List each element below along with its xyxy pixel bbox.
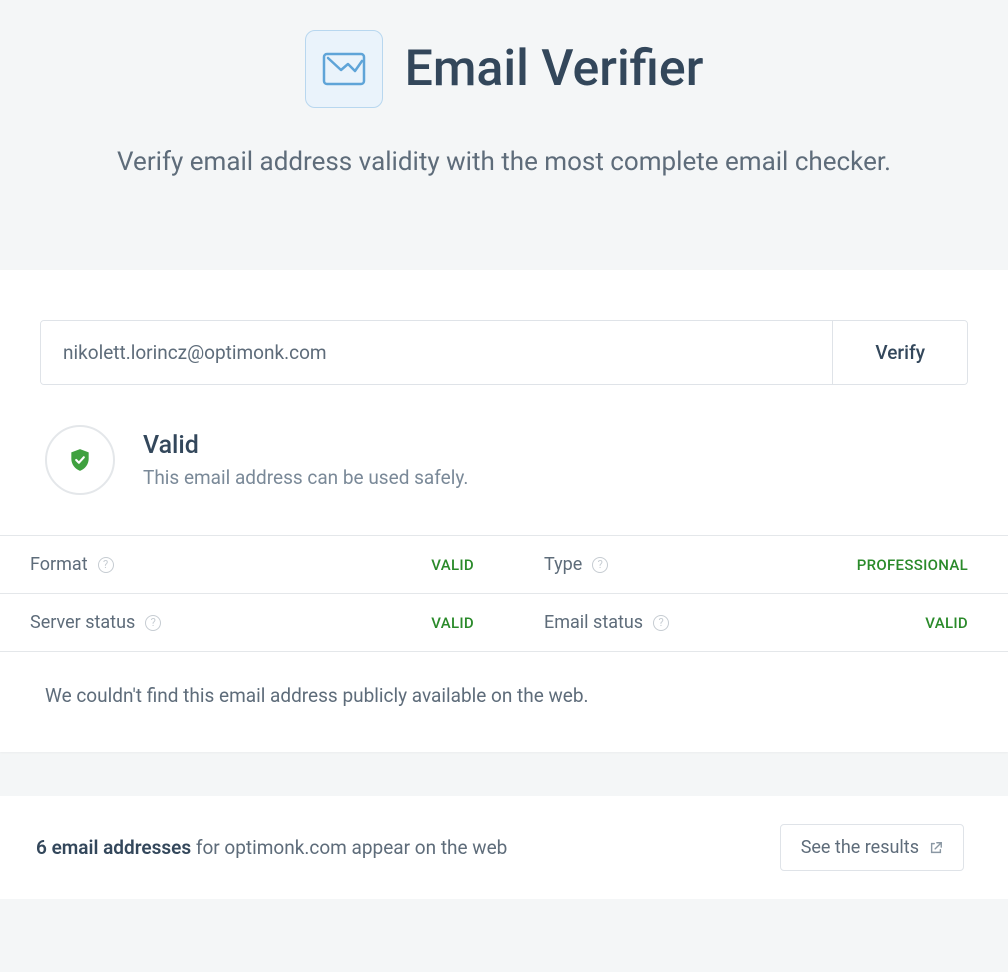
status-badge	[45, 425, 115, 495]
detail-format-label: Format	[30, 554, 88, 575]
detail-format: Format ? VALID	[0, 536, 504, 594]
verifier-card: Verify Valid This email address can be u…	[0, 270, 1008, 752]
detail-server-label: Server status	[30, 612, 135, 633]
detail-type-label: Type	[544, 554, 582, 575]
footer-text: 6 email addresses for optimonk.com appea…	[36, 836, 507, 859]
status-title: Valid	[143, 431, 468, 460]
footer-count: 6 email addresses	[36, 836, 191, 859]
footer-bar: 6 email addresses for optimonk.com appea…	[0, 796, 1008, 899]
not-found-text: We couldn't find this email address publ…	[0, 652, 1008, 752]
detail-email: Email status ? VALID	[504, 594, 1008, 652]
help-icon[interactable]: ?	[145, 615, 161, 631]
detail-server: Server status ? VALID	[0, 594, 504, 652]
help-icon[interactable]: ?	[98, 557, 114, 573]
detail-email-label: Email status	[544, 612, 643, 633]
footer-rest: for optimonk.com appear on the web	[191, 836, 507, 859]
see-results-label: See the results	[801, 837, 919, 858]
verify-button[interactable]: Verify	[832, 321, 967, 384]
email-check-icon	[305, 30, 383, 108]
detail-format-value: VALID	[431, 556, 474, 574]
detail-type-value: PROFESSIONAL	[857, 556, 968, 574]
status-desc: This email address can be used safely.	[143, 466, 468, 489]
detail-email-value: VALID	[925, 614, 968, 632]
shield-check-icon	[67, 447, 93, 473]
page-subtitle: Verify email address validity with the m…	[94, 144, 914, 180]
page-title: Email Verifier	[405, 40, 704, 98]
detail-type: Type ? PROFESSIONAL	[504, 536, 1008, 594]
help-icon[interactable]: ?	[653, 615, 669, 631]
help-icon[interactable]: ?	[592, 557, 608, 573]
email-input[interactable]	[41, 321, 832, 384]
see-results-button[interactable]: See the results	[780, 824, 964, 871]
external-link-icon	[929, 841, 943, 855]
detail-server-value: VALID	[431, 614, 474, 632]
